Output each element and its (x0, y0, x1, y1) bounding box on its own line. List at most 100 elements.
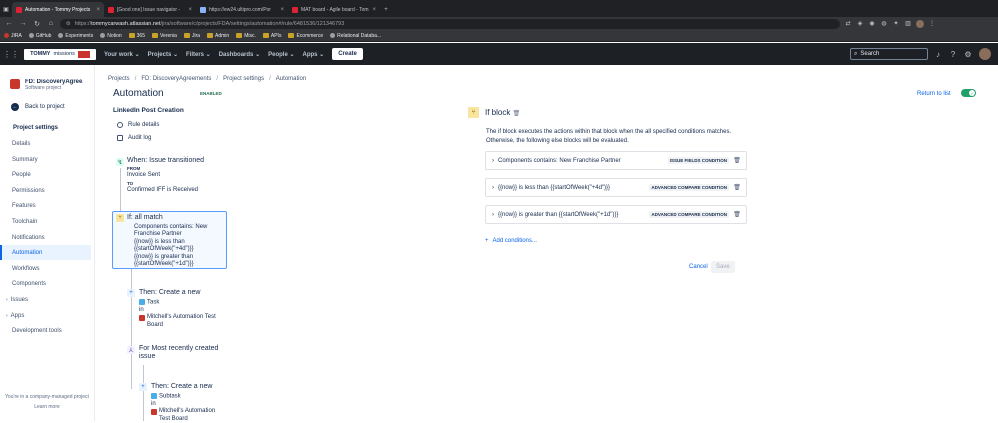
condition-row[interactable]: › Components contains: New Franchise Par… (485, 151, 747, 170)
url-text: https://tommycarwash.atlassian.net/jira/… (74, 20, 345, 27)
nav-dashboards[interactable]: Dashboards ⌄ (219, 51, 260, 58)
condition-row[interactable]: › {{now}} is less than {{startOfWeek("+4… (485, 178, 747, 197)
breadcrumb-project[interactable]: FD: DiscoveryAgreements (141, 76, 211, 82)
site-logo[interactable]: TOMMY missions (24, 48, 96, 60)
sidebar-item-components[interactable]: Components (0, 276, 91, 291)
bookmark-folder[interactable]: APIs (262, 33, 281, 39)
profile-avatar-icon[interactable] (916, 19, 924, 28)
bookmark[interactable]: Notion (100, 33, 122, 39)
bookmark[interactable]: JIRA (4, 33, 22, 39)
nav-apps[interactable]: Apps ⌄ (303, 51, 325, 58)
help-icon[interactable]: ? (948, 49, 958, 59)
bookmark-folder[interactable]: Ecommerce (288, 33, 323, 39)
sidebar-item-workflows[interactable]: Workflows (0, 261, 91, 276)
sidebar-item-notifications[interactable]: Notifications (0, 230, 91, 245)
sidebar-item-summary[interactable]: Summary (0, 152, 91, 167)
settings-gear-icon[interactable]: ⚙ (963, 49, 973, 59)
close-tab-icon[interactable]: × (188, 7, 192, 13)
app-switcher-icon[interactable]: ⋮⋮ (3, 49, 19, 59)
browser-tab[interactable]: Automation - Tommy Projects × (12, 2, 104, 17)
chevron-right-icon[interactable]: › (492, 212, 494, 218)
user-avatar[interactable] (979, 48, 991, 60)
branch-node[interactable]: For Most recently created issue (139, 345, 219, 360)
breadcrumb-projects[interactable]: Projects (108, 76, 130, 82)
browser-tab[interactable]: MAT board - Agile board - Tom × (288, 2, 380, 17)
breadcrumb-project-settings[interactable]: Project settings (223, 76, 264, 82)
rule-details-link[interactable]: Rule details (117, 122, 159, 128)
status-badge: ENABLED (200, 91, 222, 96)
bookmark-folder[interactable]: Admin (207, 33, 229, 39)
translate-icon[interactable]: ⇄ (844, 20, 852, 28)
save-button[interactable]: Save (711, 261, 735, 273)
condition-type-badge: ADVANCED COMPARE CONDITION (649, 184, 729, 191)
browser-tab[interactable]: [Good one] Issue navigator - × (104, 2, 196, 17)
chevron-right-icon[interactable]: › (492, 185, 494, 191)
close-tab-icon[interactable]: × (280, 7, 284, 13)
create-task-action-node[interactable]: Then: Create a new Task in Mitchell's Au… (139, 289, 224, 329)
breadcrumb-automation[interactable]: Automation (276, 76, 306, 82)
trash-icon[interactable]: 🗑 (733, 185, 741, 191)
project-header[interactable]: FD: DiscoveryAgree... Software project (10, 79, 83, 91)
sidebar-item-features[interactable]: Features (0, 198, 91, 213)
nav-your-work[interactable]: Your work ⌄ (104, 51, 140, 58)
jira-top-nav: ⋮⋮ TOMMY missions Your work ⌄ Projects ⌄… (0, 43, 998, 65)
nav-filters[interactable]: Filters ⌄ (186, 51, 211, 58)
condition-row[interactable]: › {{now}} is greater than {{startOfWeek(… (485, 205, 747, 224)
sidebar-item-automation[interactable]: Automation (0, 245, 91, 260)
add-conditions-button[interactable]: + Add conditions... (485, 238, 537, 244)
back-to-project-link[interactable]: ← Back to project (11, 103, 65, 111)
create-subtask-action-node[interactable]: Then: Create a new Subtask in Mitchell's… (151, 383, 226, 423)
info-icon (117, 122, 123, 128)
branch-icon: ⑂ (116, 214, 124, 222)
nav-people[interactable]: People ⌄ (268, 51, 294, 58)
sidebar-item-apps[interactable]: › Apps (0, 308, 91, 323)
sidebar-item-permissions[interactable]: Permissions (0, 183, 91, 198)
nav-projects[interactable]: Projects ⌄ (148, 51, 178, 58)
url-input[interactable]: ⊜ https://tommycarwash.atlassian.net/jir… (60, 18, 840, 29)
trash-icon[interactable]: 🗑 (733, 158, 741, 164)
sidebar-item-issues[interactable]: › Issues (0, 292, 91, 307)
menu-kebab-icon[interactable]: ⋮ (928, 20, 936, 28)
browser-tab[interactable]: https://ew24.ultipro.com/Por × (196, 2, 288, 17)
close-tab-icon[interactable]: × (372, 7, 376, 13)
cancel-button[interactable]: Cancel (683, 261, 714, 273)
trigger-node[interactable]: When: Issue transitioned FROM Invoice Se… (127, 157, 227, 195)
back-arrow-icon[interactable]: ← (4, 19, 14, 29)
search-input[interactable]: ⌕ Search (850, 48, 928, 60)
bookmark[interactable]: Relational Databa... (330, 33, 381, 39)
tab-search-icon[interactable]: ▣ (0, 2, 12, 17)
trash-icon[interactable]: 🗑 (733, 212, 741, 218)
chevron-right-icon[interactable]: › (492, 158, 494, 164)
close-tab-icon[interactable]: × (96, 7, 100, 13)
sidebar-item-toolchain[interactable]: Toolchain (0, 214, 91, 229)
jira-favicon-icon (292, 6, 298, 13)
sidebar-item-development-tools[interactable]: Development tools (0, 323, 91, 338)
bookmark[interactable]: Experiments (58, 33, 93, 39)
bookmark[interactable]: GitHub (28, 33, 51, 39)
reload-icon[interactable]: ↻ (32, 19, 42, 29)
new-tab-icon[interactable]: + (380, 2, 392, 17)
bookmark-folder[interactable]: 365 (128, 33, 145, 39)
rule-enabled-toggle[interactable]: ✓ (961, 89, 976, 97)
return-to-list-button[interactable]: Return to list (911, 88, 957, 100)
extension-icon[interactable]: ◉ (868, 20, 876, 28)
forward-arrow-icon[interactable]: → (18, 19, 28, 29)
extension-icon[interactable]: ◈ (856, 20, 864, 28)
sidebar-item-details[interactable]: Details (0, 136, 91, 151)
bookmark-folder[interactable]: Jira (183, 33, 200, 39)
bookmark-folder[interactable]: Misc. (236, 33, 256, 39)
side-panel-icon[interactable]: ▥ (904, 20, 912, 28)
create-button[interactable]: Create (332, 48, 363, 60)
site-info-icon[interactable]: ⊜ (66, 21, 71, 27)
extension-icon[interactable]: ◍ (880, 20, 888, 28)
branch-fork-icon: ⅄ (127, 346, 135, 354)
learn-more-link[interactable]: Learn more (0, 404, 94, 410)
delete-icon[interactable]: 🗑 (513, 111, 521, 117)
flow-connector (143, 365, 144, 421)
sidebar-item-people[interactable]: People (0, 167, 91, 182)
bookmark-folder[interactable]: Verenia (152, 33, 177, 39)
notifications-bell-icon[interactable]: ♪ (933, 49, 943, 59)
audit-log-link[interactable]: Audit log (117, 135, 151, 141)
home-icon[interactable]: ⌂ (46, 19, 56, 29)
puzzle-icon[interactable]: ✦ (892, 20, 900, 28)
